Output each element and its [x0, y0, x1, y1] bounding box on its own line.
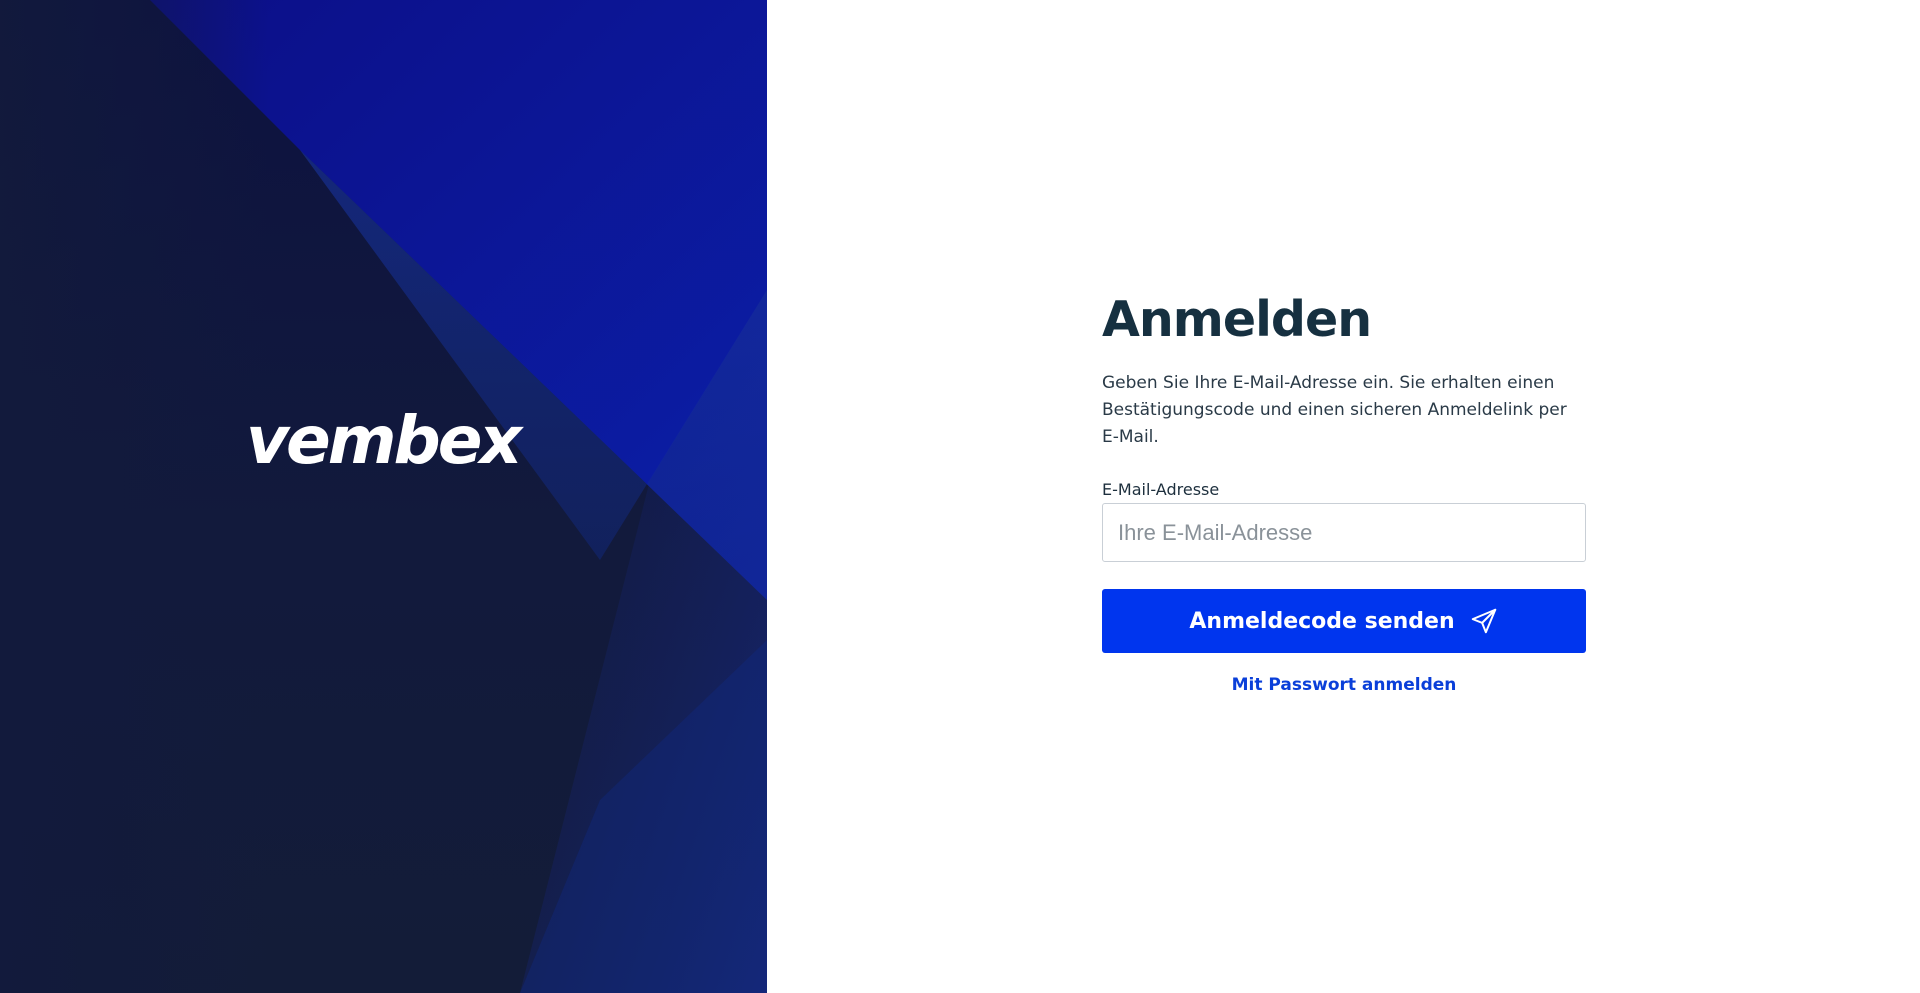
- email-label: E-Mail-Adresse: [1102, 480, 1220, 499]
- vembex-logo: vembex: [246, 405, 526, 475]
- brand-background: [0, 0, 767, 993]
- email-input[interactable]: [1102, 503, 1586, 562]
- login-form: Anmelden Geben Sie Ihre E-Mail-Adresse e…: [1102, 290, 1586, 695]
- send-code-button[interactable]: Anmeldecode senden: [1102, 589, 1586, 653]
- login-page: vembex Anmelden Geben Sie Ihre E-Mail-Ad…: [0, 0, 1920, 993]
- form-panel: Anmelden Geben Sie Ihre E-Mail-Adresse e…: [767, 0, 1920, 993]
- password-login-link[interactable]: Mit Passwort anmelden: [1102, 675, 1586, 695]
- intro-text: Geben Sie Ihre E-Mail-Adresse ein. Sie e…: [1102, 373, 1567, 447]
- logo-text: vembex: [246, 405, 525, 475]
- send-code-button-label: Anmeldecode senden: [1189, 608, 1455, 634]
- paper-plane-icon: [1469, 606, 1499, 636]
- page-title: Anmelden: [1102, 291, 1372, 348]
- brand-panel: vembex: [0, 0, 767, 993]
